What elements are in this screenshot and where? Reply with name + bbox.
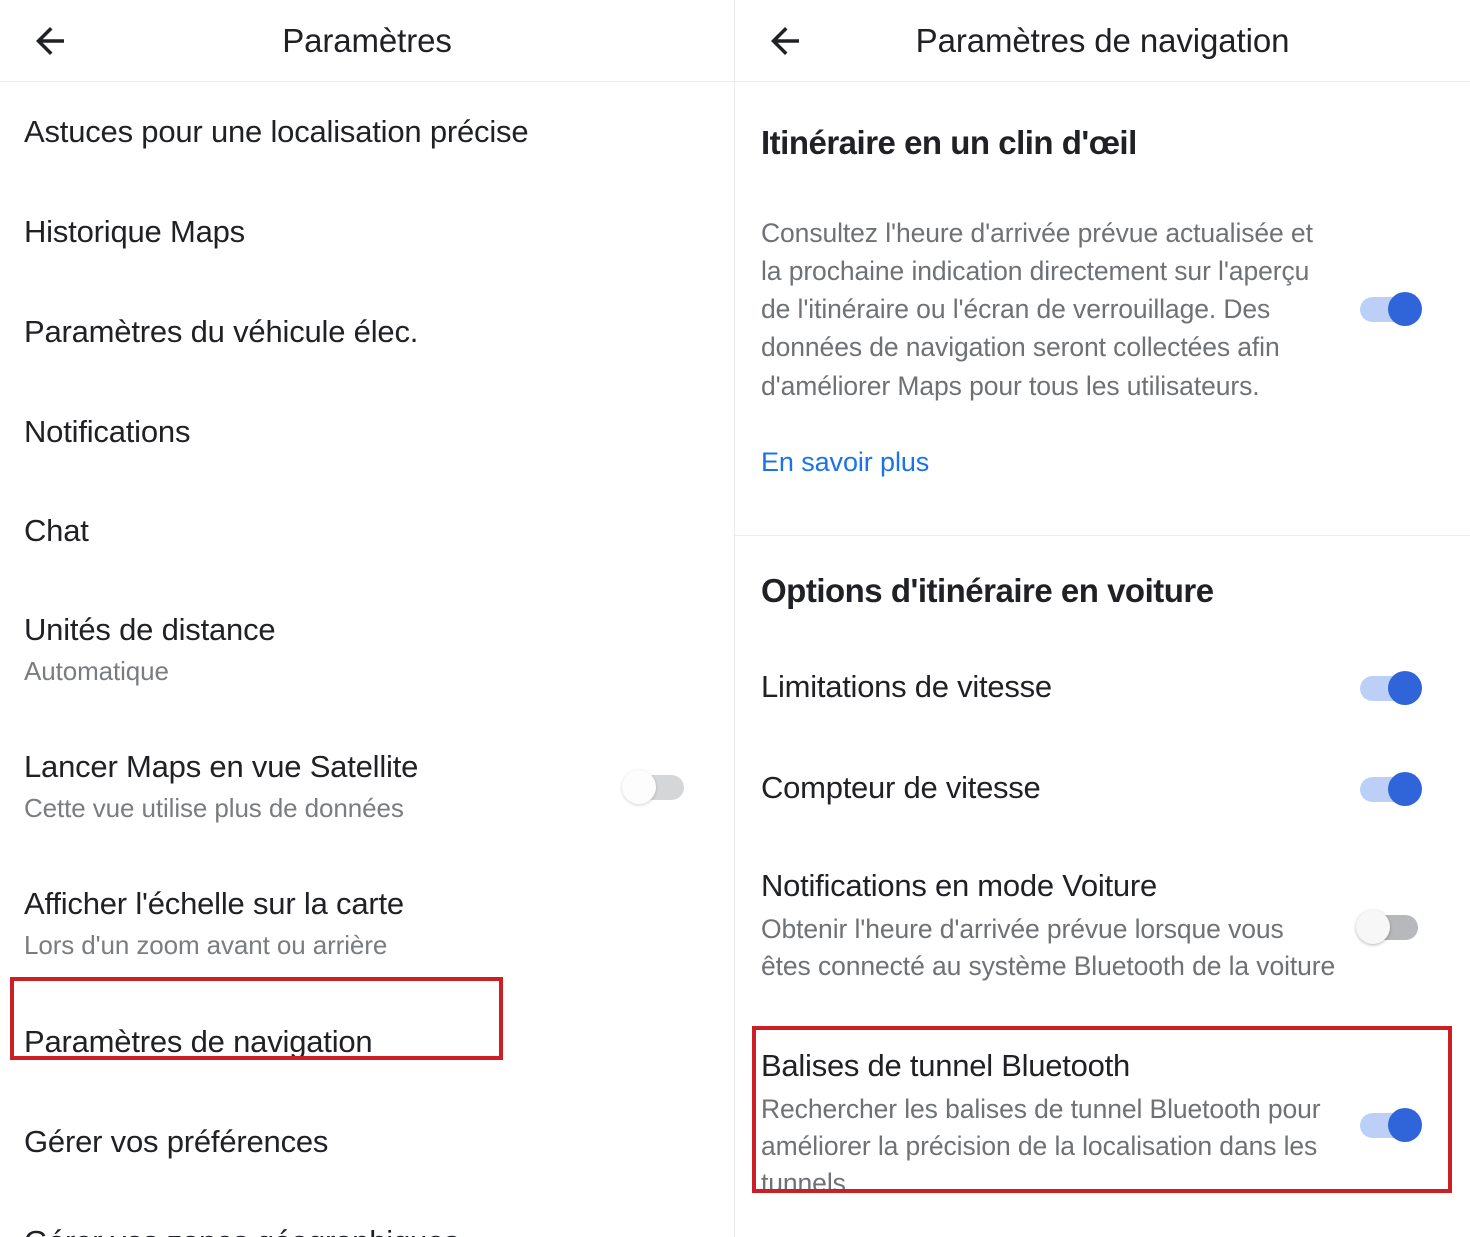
list-item-manage-preferences[interactable]: Gérer vos préférences xyxy=(0,1092,734,1192)
list-item-chat[interactable]: Chat xyxy=(0,482,734,581)
row-sublabel: Obtenir l'heure d'arrivée prévue lorsque… xyxy=(761,914,1336,982)
list-item-label: Notifications xyxy=(24,413,191,449)
list-item-label: Unités de distance xyxy=(24,611,276,647)
list-item-navigation-settings[interactable]: Paramètres de navigation xyxy=(0,992,734,1092)
list-item-ev-settings[interactable]: Paramètres du véhicule élec. xyxy=(0,282,734,382)
list-item-label: Paramètres du véhicule élec. xyxy=(24,313,419,349)
glance-description-row: Consultez l'heure d'arrivée prévue actua… xyxy=(761,214,1444,405)
row-label: Balises de tunnel Bluetooth xyxy=(761,1047,1130,1083)
navigation-settings-panel: Paramètres de navigation Itinéraire en u… xyxy=(735,0,1470,1237)
list-item-label: Paramètres de navigation xyxy=(24,1023,373,1059)
row-speedometer[interactable]: Compteur de vitesse xyxy=(761,766,1444,812)
list-item-sublabel: Lors d'un zoom avant ou arrière xyxy=(24,930,388,961)
list-item-label: Afficher l'échelle sur la carte xyxy=(24,885,404,921)
toggle-thumb xyxy=(1388,292,1422,327)
left-page-title: Paramètres xyxy=(282,21,452,59)
list-item-notifications[interactable]: Notifications xyxy=(0,382,734,482)
row-driving-mode-notifications[interactable]: Notifications en mode Voiture Obtenir l'… xyxy=(761,868,1444,986)
settings-panel: Paramètres Astuces pour une localisation… xyxy=(0,0,735,1237)
toggle-driving-mode-notifications[interactable] xyxy=(1356,909,1422,944)
list-item-satellite-view[interactable]: Lancer Maps en vue Satellite Cette vue u… xyxy=(0,718,734,855)
right-appbar: Paramètres de navigation xyxy=(735,0,1470,82)
list-item-label: Gérer vos préférences xyxy=(24,1123,329,1159)
list-item-label: Historique Maps xyxy=(24,213,245,249)
list-item-label: Chat xyxy=(24,513,89,549)
section-route-at-a-glance: Itinéraire en un clin d'œil Consultez l'… xyxy=(735,82,1470,478)
list-item-distance-units[interactable]: Unités de distance Automatique xyxy=(0,581,734,718)
row-sublabel: Rechercher les balises de tunnel Bluetoo… xyxy=(761,1094,1321,1199)
toggle-thumb xyxy=(1356,909,1390,944)
toggle-speedometer[interactable] xyxy=(1356,771,1422,806)
arrow-left-icon xyxy=(29,20,71,62)
glance-description: Consultez l'heure d'arrivée prévue actua… xyxy=(761,218,1313,401)
list-item-location-tips[interactable]: Astuces pour une localisation précise xyxy=(0,82,734,182)
list-item-sublabel: Automatique xyxy=(24,656,169,687)
row-speed-limits[interactable]: Limitations de vitesse xyxy=(761,665,1444,711)
toggle-thumb xyxy=(1388,771,1422,806)
toggle-thumb xyxy=(1388,1107,1422,1142)
row-label: Compteur de vitesse xyxy=(761,770,1041,806)
list-item-sublabel: Cette vue utilise plus de données xyxy=(24,793,404,824)
section-heading-glance: Itinéraire en un clin d'œil xyxy=(761,124,1137,161)
toggle-route-at-a-glance[interactable] xyxy=(1356,292,1422,327)
settings-list: Astuces pour une localisation précise Hi… xyxy=(0,82,734,1237)
arrow-left-icon xyxy=(764,20,806,62)
learn-more-link[interactable]: En savoir plus xyxy=(761,447,1444,478)
back-button-navigation[interactable] xyxy=(757,13,813,69)
section-heading-driving: Options d'itinéraire en voiture xyxy=(761,571,1214,609)
list-item-label: Astuces pour une localisation précise xyxy=(24,113,529,149)
back-button-settings[interactable] xyxy=(22,13,78,69)
row-bluetooth-tunnel-beacons[interactable]: Balises de tunnel Bluetooth Rechercher l… xyxy=(761,1048,1444,1203)
list-item-manage-areas[interactable]: Gérer vos zones géographiques xyxy=(0,1192,734,1237)
toggle-thumb xyxy=(1388,670,1422,705)
navigation-settings-content: Itinéraire en un clin d'œil Consultez l'… xyxy=(735,82,1470,1202)
list-item-label: Gérer vos zones géographiques xyxy=(24,1224,710,1237)
toggle-speed-limits[interactable] xyxy=(1356,670,1422,705)
dual-screenshot-container: Paramètres Astuces pour une localisation… xyxy=(0,0,1470,1237)
right-page-title: Paramètres de navigation xyxy=(915,21,1290,59)
row-label: Limitations de vitesse xyxy=(761,669,1052,705)
left-appbar: Paramètres xyxy=(0,0,734,82)
list-item-maps-history[interactable]: Historique Maps xyxy=(0,182,734,282)
toggle-thumb xyxy=(622,769,656,804)
list-item-map-scale[interactable]: Afficher l'échelle sur la carte Lors d'u… xyxy=(0,855,734,992)
toggle-bluetooth-tunnel-beacons[interactable] xyxy=(1356,1107,1422,1142)
list-item-label: Lancer Maps en vue Satellite xyxy=(24,748,419,784)
row-label: Notifications en mode Voiture xyxy=(761,867,1157,903)
section-driving-options: Options d'itinéraire en voiture Limitati… xyxy=(735,536,1470,1203)
toggle-satellite-view[interactable] xyxy=(622,769,688,804)
